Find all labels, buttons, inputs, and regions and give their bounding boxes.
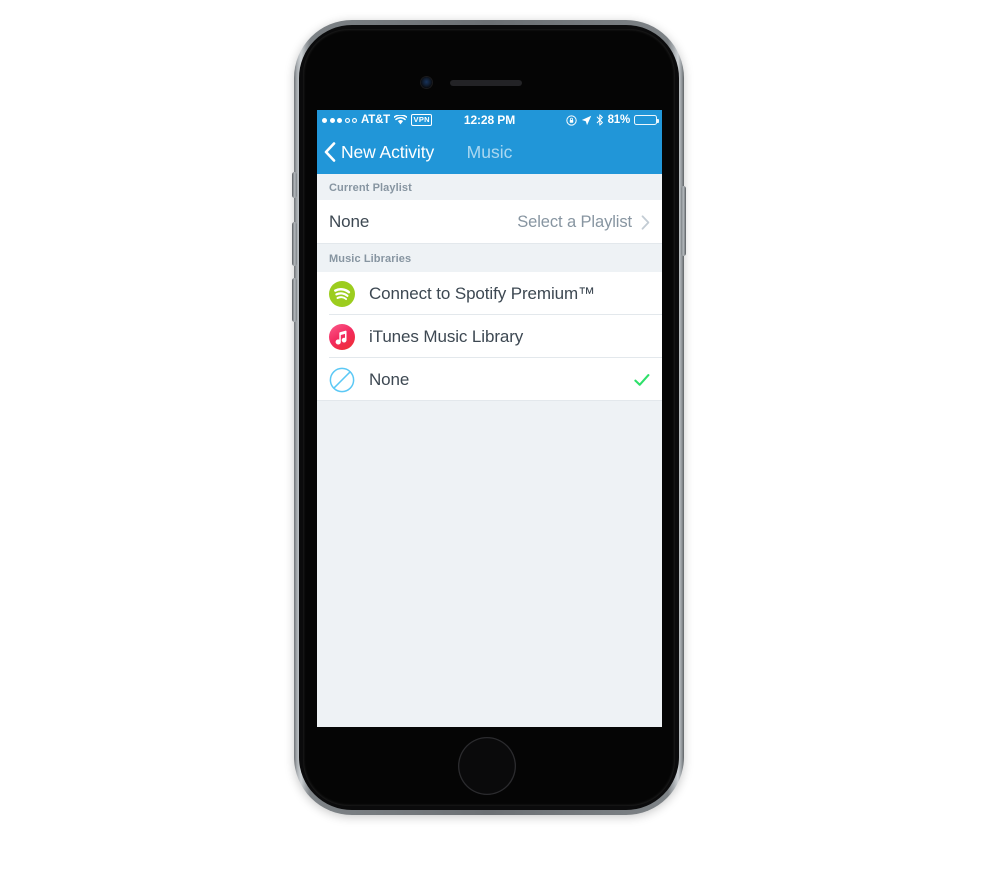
itunes-music-icon bbox=[329, 323, 355, 350]
battery-percent-label: 81% bbox=[607, 114, 631, 126]
row-label-none: None bbox=[369, 369, 410, 389]
row-spotify[interactable]: Connect to Spotify Premium™ bbox=[317, 272, 662, 315]
volume-down-button[interactable] bbox=[292, 278, 297, 322]
row-label-spotify: Connect to Spotify Premium™ bbox=[369, 283, 595, 303]
rotation-lock-icon bbox=[565, 114, 577, 126]
current-playlist-value: None bbox=[329, 212, 370, 231]
home-button[interactable] bbox=[458, 737, 516, 795]
spotify-icon bbox=[329, 280, 355, 307]
status-bar: AT&T VPN 12:28 PM 81% bbox=[317, 110, 662, 130]
iphone-device: AT&T VPN 12:28 PM 81% New Activity Music… bbox=[292, 20, 686, 815]
section-header-current-playlist: Current Playlist bbox=[317, 174, 662, 200]
section-header-music-libraries: Music Libraries bbox=[317, 244, 662, 272]
power-button[interactable] bbox=[681, 186, 686, 256]
none-slash-circle-icon bbox=[329, 367, 355, 392]
row-none[interactable]: None bbox=[317, 358, 662, 401]
bluetooth-icon bbox=[596, 114, 603, 126]
checkmark-icon bbox=[634, 373, 650, 387]
battery-icon bbox=[634, 115, 659, 125]
empty-list-area bbox=[317, 401, 662, 727]
settings-table: Current Playlist None Select a Playlist … bbox=[317, 174, 662, 727]
row-label-itunes: iTunes Music Library bbox=[369, 326, 524, 346]
phone-screen: AT&T VPN 12:28 PM 81% New Activity Music… bbox=[317, 110, 662, 727]
row-current-playlist[interactable]: None Select a Playlist bbox=[317, 200, 662, 244]
back-button-label: New Activity bbox=[341, 141, 435, 162]
navigation-bar: New Activity Music bbox=[317, 130, 662, 174]
location-arrow-icon bbox=[581, 115, 591, 125]
status-bar-right: 81% bbox=[565, 114, 659, 126]
volume-up-button[interactable] bbox=[292, 222, 297, 266]
chevron-left-icon bbox=[324, 142, 336, 162]
silent-switch-button[interactable] bbox=[292, 172, 297, 198]
back-button[interactable]: New Activity bbox=[324, 142, 434, 163]
select-playlist-label: Select a Playlist bbox=[517, 212, 632, 231]
chevron-right-icon bbox=[641, 214, 650, 230]
row-itunes[interactable]: iTunes Music Library bbox=[317, 315, 662, 358]
ear-speaker-icon bbox=[450, 80, 522, 86]
front-camera-icon bbox=[421, 77, 432, 88]
